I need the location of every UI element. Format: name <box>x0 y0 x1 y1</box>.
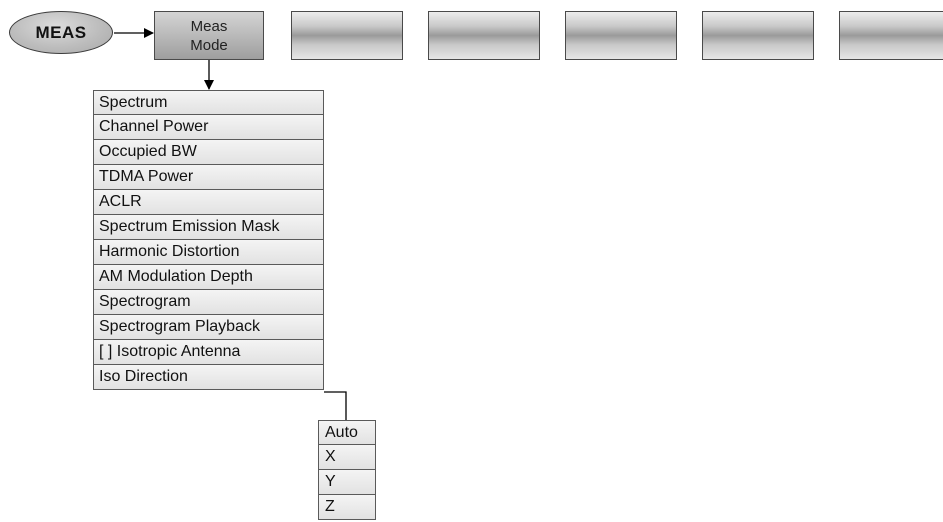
softkey-4[interactable] <box>565 11 677 60</box>
menu-item-aclr[interactable]: ACLR <box>93 190 324 215</box>
softkey-meas-mode[interactable]: Meas Mode <box>154 11 264 60</box>
menu-item-spectrogram-playback[interactable]: Spectrogram Playback <box>93 315 324 340</box>
menu-item-y[interactable]: Y <box>318 470 376 495</box>
meas-hard-key[interactable]: MEAS <box>9 11 113 54</box>
softkey-label-line1: Meas <box>190 17 228 35</box>
softkey-5[interactable] <box>702 11 814 60</box>
menu-item-harmonic-distortion[interactable]: Harmonic Distortion <box>93 240 324 265</box>
meas-mode-menu: Spectrum Channel Power Occupied BW TDMA … <box>93 90 324 390</box>
softkey-3[interactable] <box>428 11 540 60</box>
menu-item-am-modulation-depth[interactable]: AM Modulation Depth <box>93 265 324 290</box>
menu-item-spectrogram[interactable]: Spectrogram <box>93 290 324 315</box>
menu-item-tdma-power[interactable]: TDMA Power <box>93 165 324 190</box>
menu-item-spectrum-emission-mask[interactable]: Spectrum Emission Mask <box>93 215 324 240</box>
iso-direction-menu: Auto X Y Z <box>318 420 376 520</box>
isodirection-to-submenu-line <box>324 391 347 420</box>
menu-item-spectrum[interactable]: Spectrum <box>93 90 324 115</box>
softkey-2[interactable] <box>291 11 403 60</box>
menu-item-x[interactable]: X <box>318 445 376 470</box>
menu-item-isotropic-antenna[interactable]: [ ] Isotropic Antenna <box>93 340 324 365</box>
softkey-6[interactable] <box>839 11 943 60</box>
menu-item-z[interactable]: Z <box>318 495 376 520</box>
softkey-label-line2: Mode <box>190 36 228 54</box>
menu-item-occupied-bw[interactable]: Occupied BW <box>93 140 324 165</box>
menu-item-iso-direction[interactable]: Iso Direction <box>93 365 324 390</box>
menu-item-channel-power[interactable]: Channel Power <box>93 115 324 140</box>
menu-item-auto[interactable]: Auto <box>318 420 376 445</box>
